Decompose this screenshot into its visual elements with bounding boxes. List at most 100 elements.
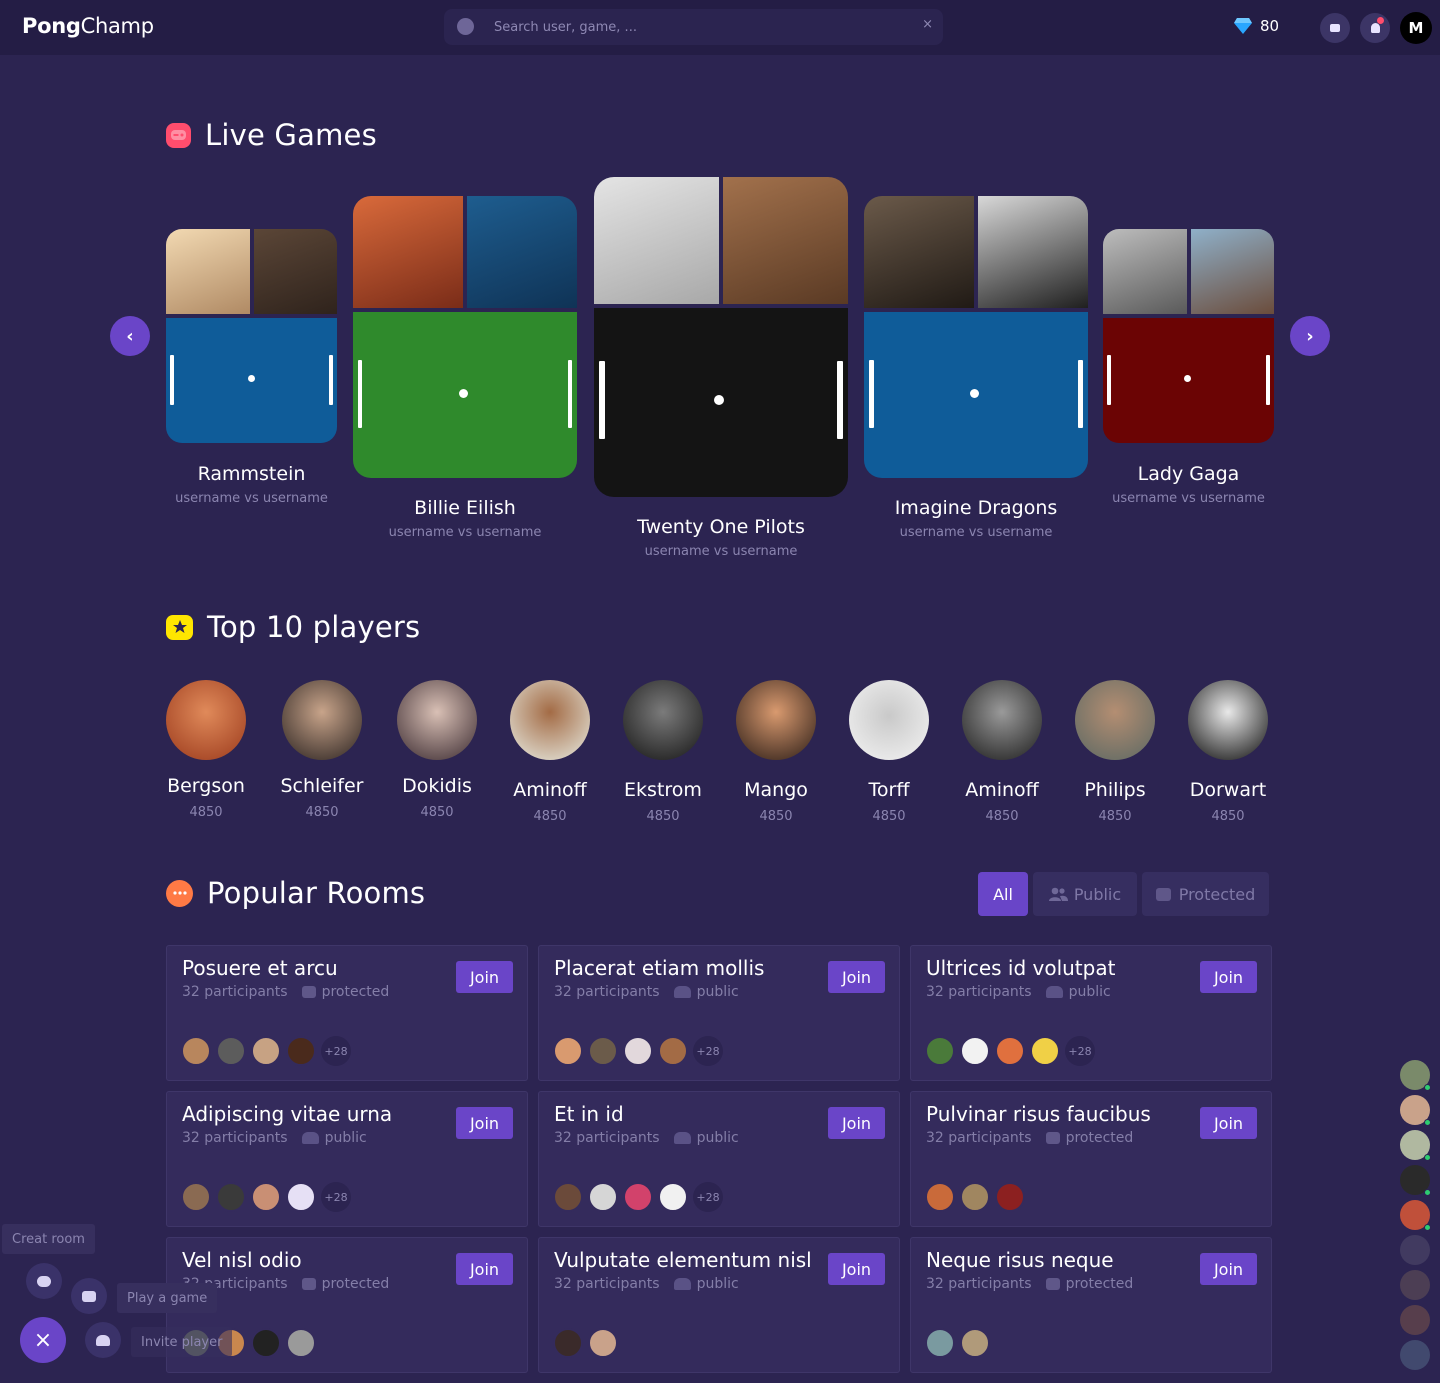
chat-bubble-icon bbox=[166, 879, 193, 907]
player-card[interactable]: Aminoff 4850 bbox=[495, 680, 605, 824]
room-card[interactable]: Posuere et arcu 32 participants protected… bbox=[166, 945, 528, 1081]
player-card[interactable]: Ekstrom 4850 bbox=[608, 680, 718, 824]
notification-badge bbox=[1377, 17, 1384, 24]
member-avatar bbox=[925, 1182, 955, 1212]
top-players-title: Top 10 players bbox=[207, 610, 421, 644]
close-menu-button[interactable]: × bbox=[20, 1317, 66, 1363]
player-card[interactable]: Mango 4850 bbox=[721, 680, 831, 824]
friend-avatar[interactable] bbox=[1400, 1270, 1430, 1300]
pong-ball bbox=[714, 395, 724, 405]
player-card[interactable]: Dokidis 4850 bbox=[382, 680, 492, 820]
live-game-card[interactable] bbox=[864, 196, 1088, 478]
live-game-card[interactable] bbox=[1103, 229, 1274, 443]
live-game-card[interactable] bbox=[166, 229, 337, 443]
room-type: protected bbox=[321, 1276, 390, 1292]
users-icon bbox=[1045, 986, 1063, 998]
live-game-card[interactable] bbox=[594, 177, 848, 497]
join-button[interactable]: Join bbox=[828, 1253, 885, 1285]
carousel-next-button[interactable]: › bbox=[1290, 316, 1330, 356]
join-button[interactable]: Join bbox=[1200, 1107, 1257, 1139]
player-one-photo bbox=[594, 177, 719, 304]
join-button[interactable]: Join bbox=[828, 961, 885, 993]
room-card[interactable]: Placerat etiam mollis 32 participants pub… bbox=[538, 945, 900, 1081]
player-card[interactable]: Dorwart 4850 bbox=[1173, 680, 1283, 824]
friend-avatar[interactable] bbox=[1400, 1340, 1430, 1370]
game-title: Twenty One Pilots bbox=[637, 516, 805, 538]
diamond-icon bbox=[1234, 18, 1252, 34]
player-card[interactable]: Philips 4850 bbox=[1060, 680, 1170, 824]
live-game-card[interactable] bbox=[353, 196, 577, 478]
member-avatar bbox=[623, 1182, 653, 1212]
play-game-button[interactable] bbox=[71, 1278, 107, 1314]
member-avatars bbox=[925, 1182, 1025, 1212]
search-input[interactable] bbox=[494, 17, 894, 37]
lock-icon bbox=[1045, 1132, 1060, 1144]
player-avatar bbox=[849, 680, 929, 760]
player-name: Aminoff bbox=[513, 779, 587, 801]
room-name: Vel nisl odio bbox=[182, 1248, 302, 1272]
gamepad-icon bbox=[166, 122, 191, 148]
room-type: protected bbox=[321, 984, 390, 1000]
participant-count: 32 participants bbox=[182, 1130, 288, 1146]
invite-player-button[interactable] bbox=[85, 1322, 121, 1358]
notifications-button[interactable] bbox=[1360, 13, 1390, 43]
player-card[interactable]: Torff 4850 bbox=[834, 680, 944, 824]
carousel-prev-button[interactable]: ‹ bbox=[110, 316, 150, 356]
player-score: 4850 bbox=[759, 809, 793, 824]
pong-ball bbox=[970, 389, 979, 398]
member-avatar bbox=[588, 1182, 618, 1212]
user-avatar[interactable]: M bbox=[1400, 12, 1432, 44]
search-icon bbox=[457, 18, 474, 35]
join-button[interactable]: Join bbox=[1200, 1253, 1257, 1285]
friend-avatar[interactable] bbox=[1400, 1235, 1430, 1265]
player-name: Aminoff bbox=[965, 779, 1039, 801]
chevron-right-icon: › bbox=[1306, 325, 1314, 347]
join-button[interactable]: Join bbox=[828, 1107, 885, 1139]
pong-court bbox=[353, 312, 577, 478]
player-card[interactable]: Aminoff 4850 bbox=[947, 680, 1057, 824]
room-card[interactable]: Adipiscing vitae urna 32 participants pub… bbox=[166, 1091, 528, 1227]
friend-avatar[interactable] bbox=[1400, 1305, 1430, 1335]
messages-button[interactable] bbox=[1320, 13, 1350, 43]
gem-count: 80 bbox=[1260, 17, 1280, 35]
filter-public-label: Public bbox=[1073, 884, 1122, 904]
player-name: Mango bbox=[744, 779, 808, 801]
player-score: 4850 bbox=[533, 809, 567, 824]
room-card[interactable]: Et in id 32 participants public Join +28 bbox=[538, 1091, 900, 1227]
online-friend-avatar[interactable] bbox=[1400, 1200, 1431, 1231]
filter-all-button[interactable]: All bbox=[978, 872, 1028, 916]
more-members-count: +28 bbox=[693, 1036, 723, 1066]
join-button[interactable]: Join bbox=[456, 1253, 513, 1285]
game-title: Imagine Dragons bbox=[894, 497, 1058, 519]
member-avatar bbox=[216, 1036, 246, 1066]
room-type: protected bbox=[1065, 1276, 1134, 1292]
online-friend-avatar[interactable] bbox=[1400, 1095, 1431, 1126]
online-friend-avatar[interactable] bbox=[1400, 1060, 1431, 1091]
clear-search-icon[interactable]: × bbox=[922, 17, 933, 32]
filter-public-button[interactable]: Public bbox=[1033, 872, 1137, 916]
member-avatar bbox=[553, 1182, 583, 1212]
online-friend-avatar[interactable] bbox=[1400, 1130, 1431, 1161]
live-games-heading: Live Games bbox=[166, 118, 377, 152]
room-card[interactable]: Ultrices id volutpat 32 participants publ… bbox=[910, 945, 1272, 1081]
player-card[interactable]: Bergson 4850 bbox=[151, 680, 261, 820]
room-card[interactable]: Vulputate elementum nisl 32 participants… bbox=[538, 1237, 900, 1373]
join-button[interactable]: Join bbox=[1200, 961, 1257, 993]
room-card[interactable]: Pulvinar risus faucibus 32 participants p… bbox=[910, 1091, 1272, 1227]
app-logo[interactable]: PongChamp bbox=[22, 14, 154, 38]
join-button[interactable]: Join bbox=[456, 961, 513, 993]
create-room-button[interactable] bbox=[26, 1263, 62, 1299]
filter-protected-button[interactable]: Protected bbox=[1142, 872, 1269, 916]
room-name: Et in id bbox=[554, 1102, 624, 1126]
player-card[interactable]: Schleifer 4850 bbox=[267, 680, 377, 820]
room-card[interactable]: Neque risus neque 32 participants protect… bbox=[910, 1237, 1272, 1373]
users-icon bbox=[673, 986, 691, 998]
right-paddle bbox=[1266, 355, 1270, 405]
join-button[interactable]: Join bbox=[456, 1107, 513, 1139]
player-one-photo bbox=[864, 196, 974, 308]
left-paddle bbox=[599, 361, 605, 439]
online-friend-avatar[interactable] bbox=[1400, 1165, 1431, 1196]
top-bar: PongChamp × 80 M bbox=[0, 0, 1440, 55]
player-avatar bbox=[1075, 680, 1155, 760]
player-score: 4850 bbox=[1211, 809, 1245, 824]
